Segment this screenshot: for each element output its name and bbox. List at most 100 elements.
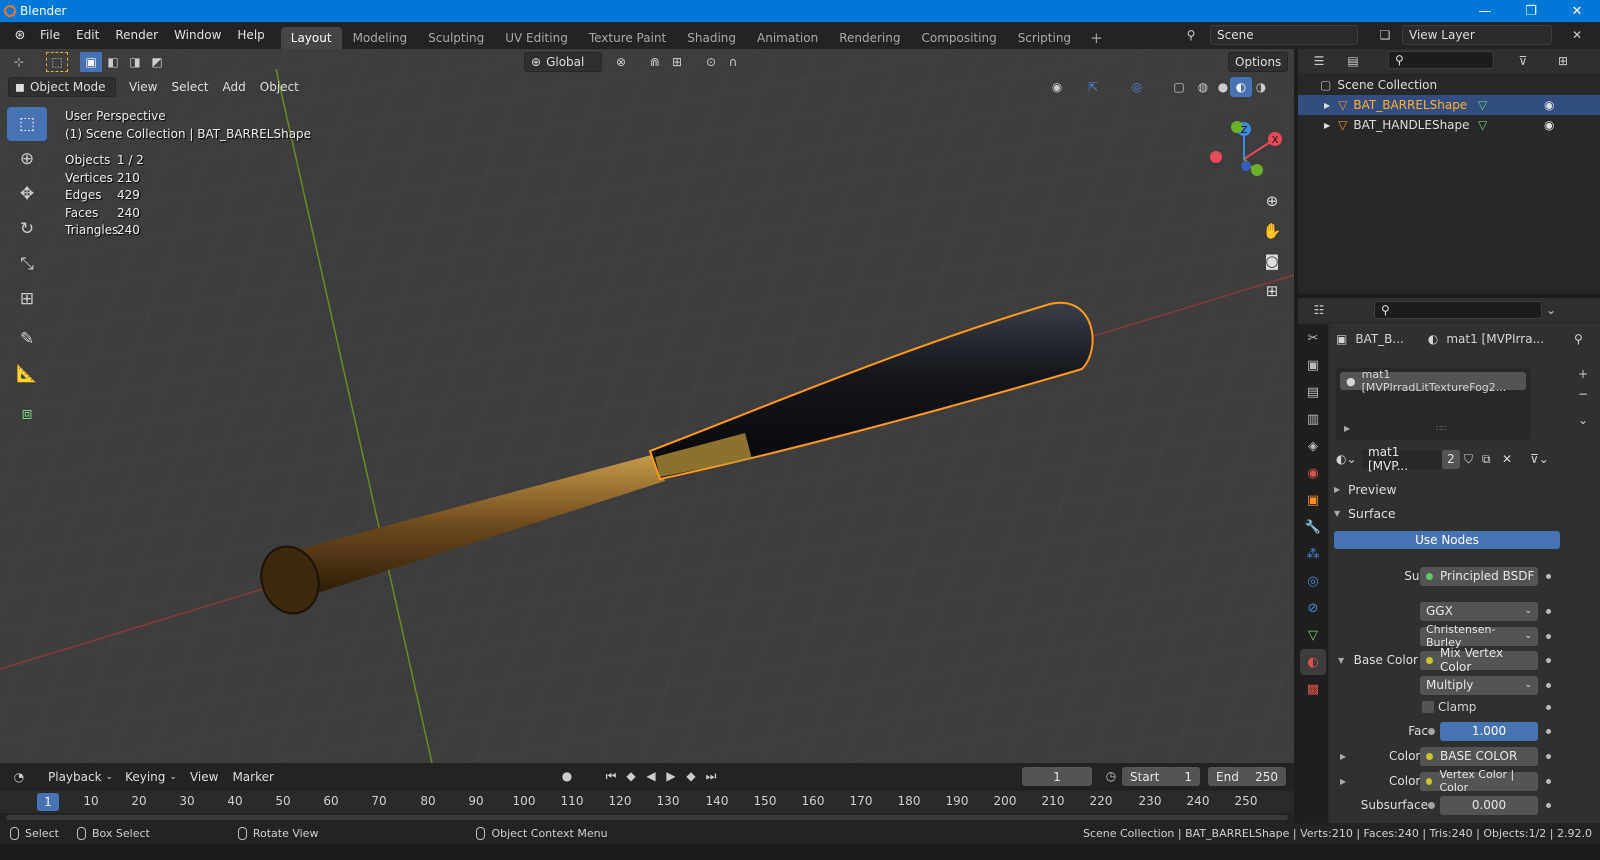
- distribution-dropdown[interactable]: GGX ⌄: [1420, 601, 1538, 621]
- animate-dot-icon[interactable]: [1546, 608, 1551, 614]
- tab-animation[interactable]: Animation: [747, 27, 828, 49]
- viewport-menu-select[interactable]: Select: [164, 80, 215, 94]
- move-tool-icon[interactable]: ✥: [7, 177, 47, 211]
- rotate-tool-icon[interactable]: ↻: [7, 212, 47, 246]
- remove-view-layer-icon[interactable]: ✕: [1566, 25, 1588, 45]
- camera-view-icon[interactable]: ◙: [1260, 249, 1284, 273]
- material-tab-icon[interactable]: ◐: [1300, 649, 1326, 675]
- playhead[interactable]: 1: [37, 793, 59, 811]
- rendered-shading-icon[interactable]: ◑: [1250, 77, 1272, 97]
- select-tool-icon[interactable]: ⬚: [46, 52, 68, 72]
- pin-icon[interactable]: ⚲: [1574, 332, 1583, 346]
- tab-sculpting[interactable]: Sculpting: [418, 27, 494, 49]
- duplicate-icon[interactable]: ⧉: [1482, 452, 1491, 467]
- wireframe-shading-icon[interactable]: ◍: [1192, 77, 1214, 97]
- material-name-field[interactable]: mat1 [MVP...: [1362, 445, 1442, 473]
- playback-menu[interactable]: Playback ⌄: [42, 767, 119, 787]
- pan-hand-icon[interactable]: ✋: [1260, 219, 1284, 243]
- color1-field[interactable]: BASE COLOR: [1420, 746, 1538, 766]
- tab-rendering[interactable]: Rendering: [829, 27, 910, 49]
- mesh-data-icon[interactable]: ▽: [1478, 98, 1487, 112]
- link-icon[interactable]: ⊽⌄: [1530, 452, 1549, 466]
- blend-mode-dropdown[interactable]: Multiply ⌄: [1420, 675, 1538, 695]
- visibility-icon[interactable]: ◉: [1046, 77, 1068, 97]
- overlays-icon[interactable]: ◎: [1126, 77, 1148, 97]
- expand-arrow-icon[interactable]: ▶: [1344, 424, 1350, 433]
- blender-menu-icon[interactable]: ⊛: [8, 26, 32, 46]
- filter-icon[interactable]: ⊽: [1512, 51, 1534, 71]
- stopwatch-icon[interactable]: ◷: [1100, 766, 1122, 786]
- collapsed-arrow-icon[interactable]: ▶: [1340, 777, 1346, 786]
- add-cube-tool-icon[interactable]: ⧈: [7, 397, 47, 431]
- preview-panel-header[interactable]: ▶ Preview: [1334, 478, 1596, 500]
- cursor-tool-icon[interactable]: ⊕: [7, 142, 47, 176]
- tab-uv-editing[interactable]: UV Editing: [495, 27, 578, 49]
- xray-icon[interactable]: ▢: [1168, 77, 1190, 97]
- falloff-icon[interactable]: ∩: [722, 52, 744, 72]
- properties-editor-icon[interactable]: ☷: [1308, 300, 1330, 320]
- animate-dot-icon[interactable]: [1546, 633, 1551, 639]
- material-users[interactable]: 2: [1442, 449, 1460, 469]
- viewport-menu-view[interactable]: View: [122, 80, 164, 94]
- material-shading-icon[interactable]: ◐: [1230, 77, 1252, 97]
- surface-panel-header[interactable]: ▼ Surface: [1334, 502, 1596, 524]
- outliner-root[interactable]: ▢ Scene Collection: [1298, 75, 1600, 95]
- object-tab-icon[interactable]: ▣: [1300, 487, 1326, 513]
- tab-modeling[interactable]: Modeling: [343, 27, 418, 49]
- expand-arrow-icon[interactable]: ▶: [1324, 121, 1330, 130]
- menu-window[interactable]: Window: [166, 22, 229, 49]
- new-collection-icon[interactable]: ⊞: [1552, 51, 1574, 71]
- add-slot-icon[interactable]: +: [1572, 364, 1594, 384]
- properties-search[interactable]: ⚲: [1374, 301, 1542, 319]
- measure-tool-icon[interactable]: 📐: [7, 357, 47, 391]
- display-mode-icon[interactable]: ▤: [1342, 51, 1364, 71]
- outliner-editor-icon[interactable]: ☰: [1308, 51, 1330, 71]
- animate-dot-icon[interactable]: [1546, 778, 1551, 784]
- animate-dot-icon[interactable]: [1546, 573, 1551, 579]
- jump-end-icon[interactable]: ⏭: [700, 766, 722, 786]
- color2-field[interactable]: Vertex Color | Color: [1420, 768, 1538, 794]
- output-tab-icon[interactable]: ▤: [1300, 379, 1326, 405]
- material-slot[interactable]: ● mat1 [MVPIrradLitTextureFog2...: [1340, 368, 1526, 394]
- snap-target-icon[interactable]: ⊞: [666, 52, 688, 72]
- subsurface-method-dropdown[interactable]: Christensen-Burley ⌄: [1420, 623, 1538, 649]
- select-box-tool-icon[interactable]: ⬚: [7, 107, 47, 141]
- minimize-button[interactable]: —: [1462, 0, 1508, 22]
- world-tab-icon[interactable]: ◉: [1300, 460, 1326, 486]
- scene-browse-icon[interactable]: ⚲: [1180, 25, 1202, 45]
- use-nodes-button[interactable]: Use Nodes: [1334, 531, 1560, 549]
- texture-tab-icon[interactable]: ▩: [1300, 676, 1326, 702]
- transform-orientation-dropdown[interactable]: ⊕ Global: [524, 52, 602, 72]
- eye-icon[interactable]: ◉: [1544, 98, 1554, 112]
- transform-tool-icon[interactable]: ⊞: [7, 282, 47, 316]
- particles-tab-icon[interactable]: ⁂: [1300, 541, 1326, 567]
- menu-help[interactable]: Help: [229, 22, 272, 49]
- timeline-scrollbar[interactable]: [6, 815, 1288, 820]
- outliner-item-bat-handle[interactable]: ▶ ▽ BAT_HANDLEShape ▽ ◉: [1298, 115, 1600, 135]
- base-color-field[interactable]: Mix Vertex Color: [1420, 646, 1538, 674]
- pivot-icon[interactable]: ⊗: [610, 52, 632, 72]
- scene-selector[interactable]: Scene: [1210, 25, 1358, 45]
- surface-shader-field[interactable]: Principled BSDF: [1420, 566, 1538, 586]
- timeline-menu-marker[interactable]: Marker: [225, 770, 280, 784]
- tab-texture-paint[interactable]: Texture Paint: [579, 27, 676, 49]
- viewport-menu-add[interactable]: Add: [216, 80, 253, 94]
- jump-keyframe-forward-icon[interactable]: ◆: [680, 766, 702, 786]
- annotate-tool-icon[interactable]: ✎: [7, 322, 47, 356]
- mesh-data-icon[interactable]: ▽: [1478, 118, 1487, 132]
- subsurface-slider[interactable]: 0.000: [1440, 795, 1538, 815]
- view-layer-tab-icon[interactable]: ▥: [1300, 406, 1326, 432]
- expand-arrow-icon[interactable]: ▶: [1324, 101, 1330, 110]
- select-mode-subtract-icon[interactable]: ◨: [124, 52, 146, 72]
- timeline-editor-icon[interactable]: ◔: [8, 767, 30, 787]
- snap-icon[interactable]: ⋒: [644, 52, 666, 72]
- close-button[interactable]: ✕: [1554, 0, 1600, 22]
- animate-dot-icon[interactable]: [1546, 802, 1551, 808]
- outliner-item-bat-barrel[interactable]: ▶ ▽ BAT_BARRELShape ▽ ◉: [1298, 95, 1600, 115]
- constraints-tab-icon[interactable]: ⊘: [1300, 595, 1326, 621]
- select-mode-new-icon[interactable]: ▣: [80, 52, 102, 72]
- proportional-edit-icon[interactable]: ⊙: [700, 52, 722, 72]
- record-icon[interactable]: ●: [556, 766, 578, 786]
- viewport-menu-object[interactable]: Object: [253, 80, 306, 94]
- editor-type-icon[interactable]: ⊹: [8, 52, 30, 72]
